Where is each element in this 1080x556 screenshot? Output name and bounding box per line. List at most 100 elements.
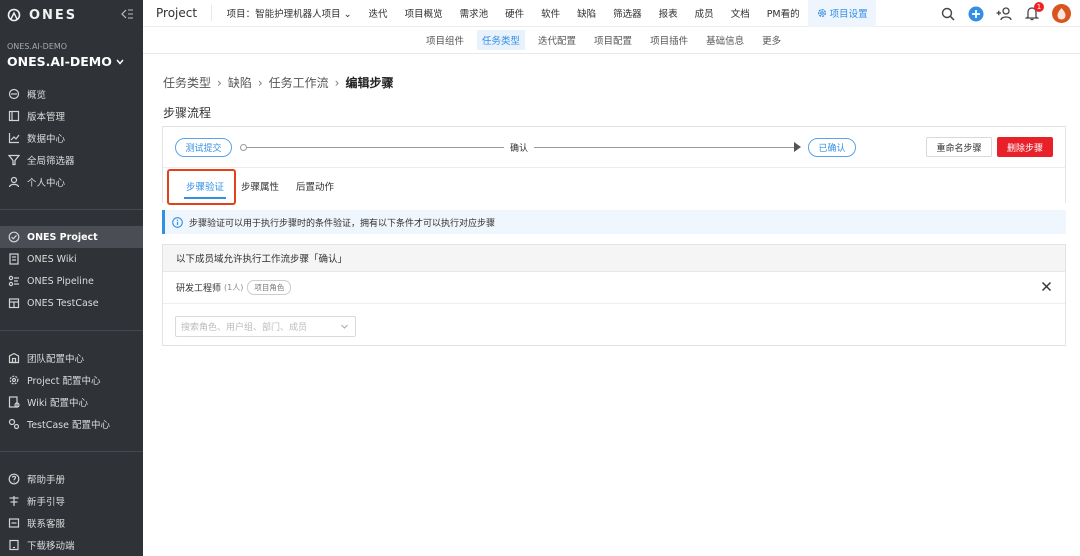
role-type-tag: 项目角色 — [247, 280, 292, 295]
chart-icon — [7, 131, 21, 145]
version-icon — [7, 109, 21, 123]
top-nav-item[interactable]: PM看的 — [758, 0, 808, 27]
avatar[interactable] — [1052, 4, 1071, 23]
top-nav-item[interactable]: 需求池 — [451, 0, 497, 27]
sidebar-item-support[interactable]: 联系客服 — [0, 512, 143, 534]
sidebar-item-user[interactable]: 个人中心 — [0, 171, 143, 193]
role-name: 研发工程师 — [176, 284, 222, 294]
sidebar-item-label: 帮助手册 — [27, 475, 66, 486]
sidebar-item-label: 下载移动端 — [27, 541, 75, 552]
sidebar-item-version[interactable]: 版本管理 — [0, 105, 143, 127]
user-icon — [7, 175, 21, 189]
project-settings-label: 项目设置 — [829, 9, 868, 20]
logo-row: ONES — [0, 0, 143, 30]
annotation-highlight-box — [167, 169, 236, 205]
sidebar-item-chart[interactable]: 数据中心 — [0, 127, 143, 149]
info-text: 步骤验证可以用于执行步骤时的条件验证，拥有以下条件才可以执行对应步骤 — [189, 218, 496, 229]
breadcrumb-item[interactable]: 缺陷 — [228, 74, 252, 91]
collapse-sidebar-icon[interactable] — [121, 8, 133, 22]
sidebar-item-filter[interactable]: 全局筛选器 — [0, 149, 143, 171]
guide-icon — [7, 494, 21, 508]
sidebar-item-label: 联系客服 — [27, 519, 66, 530]
ones-logo-icon — [7, 8, 21, 22]
condition-header: 以下成员域允许执行工作流步骤「确认」 — [163, 245, 1065, 272]
subnav-item[interactable]: 基础信息 — [701, 30, 749, 50]
wiki-icon — [7, 252, 21, 266]
chevron-right-icon: › — [257, 75, 263, 90]
org-switcher[interactable]: ONES.AI-DEMO — [0, 54, 143, 69]
sidebar-item-testcase[interactable]: ONES TestCase — [0, 292, 143, 314]
top-nav-item[interactable]: 筛选器 — [605, 0, 651, 27]
condition-row: 研发工程师 (1人) 项目角色 — [163, 272, 1065, 304]
sidebar-item-help[interactable]: 帮助手册 — [0, 468, 143, 490]
top-nav-item[interactable]: 软件 — [533, 0, 569, 27]
breadcrumb-item[interactable]: 任务工作流 — [269, 74, 329, 91]
sidebar-item-guide[interactable]: 新手引导 — [0, 490, 143, 512]
top-nav-item[interactable]: 文档 — [722, 0, 758, 27]
overview-icon — [7, 87, 21, 101]
chevron-right-icon: › — [217, 75, 222, 90]
main-content: 任务类型 › 缺陷 › 任务工作流 › 编辑步骤 步骤流程 测试提交 确认 已确… — [143, 54, 1080, 556]
subnav-item[interactable]: 任务类型 — [477, 30, 526, 50]
gear-icon — [7, 373, 21, 387]
top-nav-item[interactable]: 硬件 — [497, 0, 533, 27]
subnav-item[interactable]: 更多 — [757, 30, 786, 50]
search-icon[interactable] — [940, 6, 956, 22]
mobile-icon — [7, 538, 21, 552]
sidebar-item-pipeline[interactable]: ONES Pipeline — [0, 270, 143, 292]
step-flow: 测试提交 确认 已确认 重命名步骤 删除步骤 — [162, 126, 1066, 167]
sidebar-item-label: 全局筛选器 — [27, 156, 75, 167]
breadcrumb: 任务类型 › 缺陷 › 任务工作流 › 编辑步骤 — [163, 74, 394, 91]
project-icon — [7, 230, 21, 244]
invite-member-icon[interactable] — [996, 6, 1012, 22]
breadcrumb-item[interactable]: 任务类型 — [163, 74, 211, 91]
sidebar-item-testcase-config[interactable]: TestCase 配置中心 — [0, 413, 143, 435]
gear-icon — [817, 9, 826, 17]
sidebar-item-mobile[interactable]: 下载移动端 — [0, 534, 143, 556]
tab-post-actions[interactable]: 后置动作 — [296, 179, 334, 193]
delete-step-button[interactable]: 删除步骤 — [997, 137, 1053, 157]
tab-step-properties[interactable]: 步骤属性 — [241, 179, 279, 193]
sidebar-item-team-config[interactable]: 团队配置中心 — [0, 347, 143, 369]
member-search-select[interactable]: 搜索角色、用户组、部门、成员 — [175, 316, 356, 337]
sidebar-item-label: ONES Pipeline — [27, 275, 94, 287]
close-icon[interactable] — [1041, 281, 1053, 293]
team-config-icon — [7, 351, 21, 365]
sidebar-item-label: 版本管理 — [27, 112, 66, 123]
top-nav-item[interactable]: 项目：智能护理机器人项目 ⌄ — [218, 0, 360, 27]
pipeline-icon — [7, 274, 21, 288]
top-nav-item[interactable]: 报表 — [650, 0, 686, 27]
tab-project-settings[interactable]: 项目设置 — [808, 0, 877, 27]
notification-bell-icon[interactable]: 1 — [1024, 1, 1044, 22]
rename-step-button[interactable]: 重命名步骤 — [926, 137, 992, 157]
info-icon — [172, 216, 183, 228]
sidebar-item-gear[interactable]: Project 配置中心 — [0, 369, 143, 391]
notification-badge: 1 — [1034, 1, 1044, 12]
sidebar-item-project[interactable]: ONES Project — [0, 226, 143, 248]
section-title: 步骤流程 — [163, 106, 212, 120]
role-member-count: (1人) — [224, 283, 244, 292]
sidebar-item-label: ONES TestCase — [27, 297, 99, 309]
add-icon[interactable] — [968, 6, 984, 22]
top-nav-item[interactable]: 迭代 — [360, 0, 396, 27]
top-nav-item[interactable]: 项目概览 — [396, 0, 451, 27]
sidebar-item-overview[interactable]: 概览 — [0, 83, 143, 105]
sidebar-item-label: 概览 — [27, 90, 47, 101]
sidebar: ONES ONES.AI-DEMO ONES.AI-DEMO 概览 版本管理 数据中… — [0, 0, 143, 556]
subnav-item[interactable]: 项目组件 — [421, 30, 469, 50]
subnav-item[interactable]: 迭代配置 — [533, 30, 581, 50]
top-nav-item[interactable]: 成员 — [686, 0, 722, 27]
product-title[interactable]: Project — [143, 5, 213, 21]
top-nav-item[interactable]: 缺陷 — [569, 0, 605, 27]
sidebar-item-label: TestCase 配置中心 — [27, 420, 110, 431]
logo-text: ONES — [29, 7, 78, 23]
support-icon — [7, 516, 21, 530]
sidebar-item-wiki-config[interactable]: Wiki 配置中心 — [0, 391, 143, 413]
arrow-right-icon — [794, 142, 801, 152]
org-name: ONES.AI-DEMO — [7, 54, 112, 69]
sidebar-item-label: 新手引导 — [27, 497, 66, 508]
subnav-item[interactable]: 项目配置 — [589, 30, 637, 50]
subnav-item[interactable]: 项目插件 — [645, 30, 693, 50]
chevron-down-icon — [116, 59, 124, 65]
sidebar-item-wiki[interactable]: ONES Wiki — [0, 248, 143, 270]
